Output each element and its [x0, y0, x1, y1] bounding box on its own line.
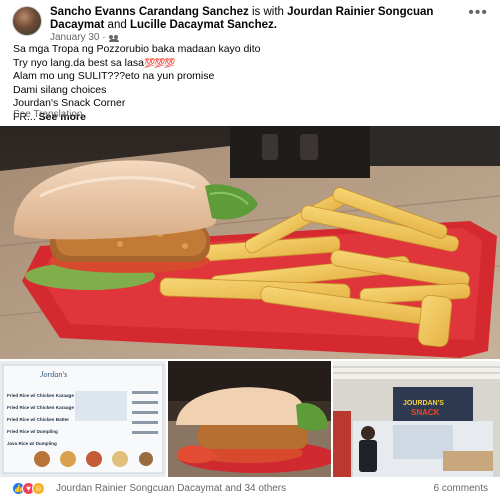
post-line: Jourdan's Snack Corner [13, 97, 126, 110]
post-line: Try nyo lang.da best sa lasa💯💯💯 [13, 56, 176, 69]
burger-closeup-illustration [168, 361, 331, 477]
and-text: and [107, 19, 127, 31]
svg-text:Jordan's: Jordan's [40, 370, 67, 379]
menu-board-photo[interactable]: Jordan's Fried Rice w/ Chicken Karaage F… [0, 361, 166, 477]
author-avatar[interactable] [12, 6, 42, 36]
menu-item-2: Fried Rice w/ Chicken Karaage [7, 405, 74, 410]
menu-item-3: Fried Rice w/ Chicken Batter [7, 417, 69, 422]
reaction-icons[interactable]: 👍 ♥ ☺ [12, 482, 45, 495]
burger-and-fries-illustration [0, 126, 500, 359]
hundred-points-icon: 💯💯💯 [143, 57, 176, 68]
tagged-person-2[interactable]: Lucille Dacaymat Sanchez. [130, 19, 277, 31]
reaction-summary[interactable]: Jourdan Rainier Songcuan Dacaymat and 34… [56, 483, 286, 494]
post-line: Dami silang choices [13, 83, 107, 96]
snack-stall-photo[interactable]: JOURDAN'S SNACK [333, 361, 500, 477]
post-meta: January 30 · [50, 32, 120, 43]
photo-grid: Jordan's Fried Rice w/ Chicken Karaage F… [0, 361, 500, 477]
menu-item-1: Fried Rice w/ Chicken Karaage [7, 393, 74, 398]
menu-item-4: Fried Rice w/ Dumpling [7, 429, 58, 434]
with-text: is with [251, 6, 284, 18]
post-line: Sa mga Tropa ng Pozzorubio baka madaan k… [13, 43, 261, 55]
post-body: Sa mga Tropa ng Pozzorubio baka madaan k… [13, 43, 483, 125]
menu-item-5: Java Rice w/ Dumpling [7, 441, 57, 446]
more-options-button[interactable]: ••• [468, 5, 488, 21]
menu-board-illustration: Jordan's Fried Rice w/ Chicken Karaage F… [0, 361, 166, 477]
post-line: Alam mo ung SULIT???eto na yun promise [13, 70, 215, 83]
svg-text:SNACK: SNACK [411, 408, 440, 417]
burger-closeup-photo[interactable] [168, 361, 331, 477]
post-attribution: Sancho Evanns Carandang Sanchez is with … [50, 6, 470, 32]
friends-icon [108, 34, 120, 42]
snack-stall-illustration: JOURDAN'S SNACK [333, 361, 500, 477]
author-name[interactable]: Sancho Evanns Carandang Sanchez [50, 6, 249, 18]
haha-icon: ☺ [32, 482, 45, 495]
post-date[interactable]: January 30 · [50, 32, 106, 43]
comments-count[interactable]: 6 comments [434, 483, 488, 494]
burger-and-fries-photo[interactable] [0, 126, 500, 359]
post-line: FR... See more [13, 110, 86, 123]
post-header: Sancho Evanns Carandang Sanchez is with … [12, 5, 488, 43]
see-translation-link[interactable]: See Translation [13, 109, 83, 120]
reactions-bar: 👍 ♥ ☺ Jourdan Rainier Songcuan Dacaymat … [12, 481, 488, 497]
svg-text:JOURDAN'S: JOURDAN'S [403, 400, 444, 407]
